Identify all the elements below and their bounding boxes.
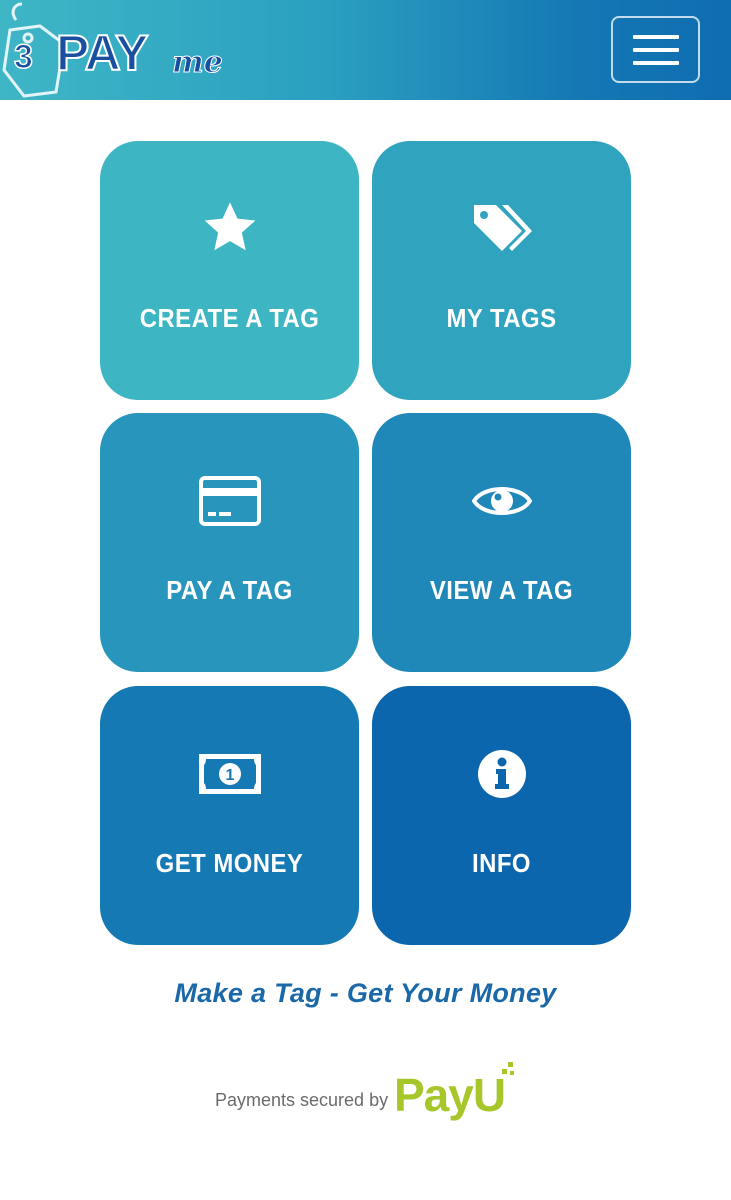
view-tag-label: VIEW A TAG	[429, 575, 574, 605]
get-money-button[interactable]: 1 GET MONEY	[100, 686, 359, 945]
logo-number: 3	[13, 38, 33, 76]
secured-by-text: Payments secured by	[215, 1090, 389, 1110]
app-logo[interactable]: 3 PAY me	[0, 0, 240, 100]
logo-suffix: me	[172, 45, 224, 80]
star-icon	[198, 197, 262, 261]
payu-pixel-icon	[502, 1062, 514, 1075]
info-label: INFO	[472, 848, 531, 878]
tagline: Make a Tag - Get Your Money	[174, 978, 557, 1008]
menu-button[interactable]	[611, 16, 700, 83]
action-grid: CREATE A TAG MY TAGS PAY A TAG VIEW A TA…	[100, 141, 632, 945]
pay-tag-button[interactable]: PAY A TAG	[100, 413, 359, 672]
hamburger-menu-icon-bar	[632, 60, 679, 65]
info-icon	[470, 742, 534, 806]
svg-text:1: 1	[225, 767, 234, 784]
app-header: 3 PAY me	[0, 0, 731, 100]
info-button[interactable]: INFO	[372, 686, 631, 945]
eye-icon	[470, 469, 534, 533]
get-money-label: GET MONEY	[155, 848, 304, 878]
logo-wordmark: PAY	[55, 25, 149, 81]
my-tags-button[interactable]: MY TAGS	[372, 141, 631, 400]
hamburger-menu-icon	[632, 34, 679, 39]
payment-security-footer: Payments secured by PayU	[0, 1058, 731, 1128]
create-tag-label: CREATE A TAG	[139, 303, 320, 333]
hamburger-menu-icon-bar	[632, 47, 679, 52]
credit-card-icon	[198, 469, 262, 533]
create-tag-button[interactable]: CREATE A TAG	[100, 141, 359, 400]
tags-icon	[470, 197, 534, 261]
pay-tag-label: PAY A TAG	[166, 575, 293, 605]
payu-logo: PayU	[394, 1062, 519, 1124]
money-bill-icon: 1	[198, 742, 262, 806]
my-tags-label: MY TAGS	[446, 303, 557, 333]
view-tag-button[interactable]: VIEW A TAG	[372, 413, 631, 672]
payu-wordmark: PayU	[394, 1069, 506, 1121]
